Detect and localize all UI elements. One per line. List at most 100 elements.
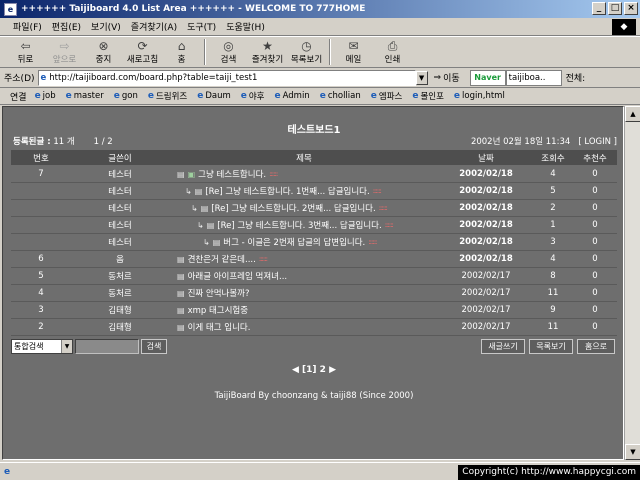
- home-button[interactable]: ⌂ 홈: [162, 37, 201, 67]
- link-mallinfo[interactable]: e 몰인포: [412, 90, 444, 102]
- link-empas[interactable]: e 엠파스: [371, 90, 403, 102]
- stop-icon: ⊗: [98, 39, 109, 53]
- row-date: 2002/02/17: [461, 288, 511, 298]
- row-author[interactable]: 테스터: [71, 236, 169, 248]
- table-row: 테스터 ↳ ▤ [Re] 그냥 테스트합니다. 1번째... 답글입니다. ::…: [11, 183, 617, 200]
- search-submit-button[interactable]: 검색: [141, 339, 167, 354]
- new-badge-icon: ::::::: [258, 255, 268, 263]
- link-icon: e: [370, 91, 377, 101]
- computer-icon: ▣: [187, 169, 196, 179]
- row-author[interactable]: 테스터: [71, 185, 169, 197]
- naver-search-input[interactable]: taijiboa..: [505, 69, 562, 86]
- row-date: 2002/02/18: [459, 203, 513, 213]
- stop-button[interactable]: ⊗ 중지: [84, 37, 123, 67]
- row-subject[interactable]: [Re] 그냥 테스트합니다. 1번째... 답글입니다.: [205, 185, 369, 197]
- row-date: 2002/02/18: [459, 169, 513, 179]
- maximize-button[interactable]: □: [608, 2, 622, 15]
- toolbar: ⇦ 뒤로 ⇨ 앞으로 ⊗ 중지 ⟳ 새로고침 ⌂ 홈 ◎ 검색 ★ 즐겨찾기 ◷…: [0, 36, 640, 68]
- header-author: 글쓴이: [108, 153, 132, 164]
- address-input[interactable]: e http://taijiboard.com/board.php?table=…: [37, 69, 416, 86]
- favorites-label: 즐겨찾기: [251, 55, 284, 65]
- row-author[interactable]: 테스터: [71, 219, 169, 231]
- scroll-up-icon[interactable]: ▲: [625, 106, 640, 122]
- row-author[interactable]: 김태형: [71, 304, 169, 316]
- go-home-button[interactable]: 홈으로: [577, 339, 615, 354]
- row-author[interactable]: 옴: [71, 253, 169, 265]
- header-date: 날짜: [478, 153, 494, 164]
- link-master[interactable]: e master: [66, 91, 104, 101]
- row-author[interactable]: 동처르: [71, 287, 169, 299]
- print-button[interactable]: ⎙ 인쇄: [373, 37, 412, 67]
- row-views: 11: [547, 288, 559, 298]
- header-no: 번호: [33, 153, 49, 164]
- link-login[interactable]: e login,html: [454, 91, 505, 101]
- address-dropdown-button[interactable]: ▼: [415, 70, 428, 85]
- row-date: 2002/02/18: [459, 220, 513, 230]
- reply-icon: ↳: [185, 186, 192, 196]
- menu-edit[interactable]: 편집(E): [47, 20, 86, 33]
- link-label: gon: [121, 91, 138, 101]
- link-job[interactable]: e job: [35, 91, 56, 101]
- search-type-select[interactable]: 통합검색 ▼: [11, 339, 73, 354]
- row-subject[interactable]: xmp 태그시험중: [188, 304, 249, 316]
- menu-file[interactable]: 파일(F): [8, 20, 47, 33]
- row-subject[interactable]: 이게 태그 입니다.: [188, 321, 251, 333]
- link-label: 드림위즈: [155, 92, 188, 102]
- new-badge-icon: ::::::: [372, 187, 382, 195]
- link-icon: e: [197, 91, 204, 101]
- forward-button[interactable]: ⇨ 앞으로: [45, 37, 84, 67]
- history-button[interactable]: ◷ 목록보기: [287, 37, 326, 67]
- row-subject[interactable]: 진짜 안먹나볼까?: [188, 287, 250, 299]
- link-dreamwiz[interactable]: e 드림위즈: [148, 90, 187, 102]
- new-post-button[interactable]: 새글쓰기: [481, 339, 525, 354]
- menu-favorites[interactable]: 즐겨찾기(A): [126, 20, 182, 33]
- reply-icon: ↳: [191, 203, 198, 213]
- row-author[interactable]: 테스터: [71, 168, 169, 180]
- row-author[interactable]: 테스터: [71, 202, 169, 214]
- mail-button[interactable]: ✉ 메일: [334, 37, 373, 67]
- row-subject[interactable]: 아래글 아이프레임 먹져녀...: [188, 270, 288, 282]
- row-author[interactable]: 동처르: [71, 270, 169, 282]
- link-icon: e: [65, 91, 72, 101]
- row-subject-cell: ↳ ▤ 버그 - 이글은 2번재 답글의 답변입니다. ::::::: [169, 236, 439, 249]
- row-recommend: 0: [592, 322, 598, 332]
- row-subject[interactable]: 견찬은거 같은데....: [188, 253, 256, 265]
- link-gon[interactable]: e gon: [114, 91, 138, 101]
- refresh-button[interactable]: ⟳ 새로고침: [123, 37, 162, 67]
- table-row: 테스터 ↳ ▤ [Re] 그냥 테스트합니다. 3번째... 답글입니다. ::…: [11, 217, 617, 234]
- home-label: 홈: [177, 55, 186, 65]
- menu-view[interactable]: 보기(V): [86, 20, 126, 33]
- menu-tools[interactable]: 도구(T): [182, 20, 221, 33]
- title-bar: e ++++++ Taijiboard 4.0 List Area ++++++…: [0, 0, 640, 18]
- go-button[interactable]: ⇒ 이동: [434, 71, 460, 85]
- vertical-scrollbar[interactable]: ▲ ▼: [624, 106, 640, 460]
- list-view-button[interactable]: 목록보기: [529, 339, 573, 354]
- link-chollian[interactable]: e chollian: [320, 91, 361, 101]
- login-link[interactable]: [ LOGIN ]: [578, 137, 617, 147]
- row-subject[interactable]: [Re] 그냥 테스트합니다. 2번째... 답글입니다.: [211, 202, 375, 214]
- row-date: 2002/02/17: [461, 322, 511, 332]
- link-admin[interactable]: e Admin: [275, 91, 310, 101]
- chevron-down-icon: ▼: [61, 340, 72, 353]
- link-daum[interactable]: e Daum: [197, 91, 231, 101]
- row-subject[interactable]: 버그 - 이글은 2번재 답글의 답변입니다.: [223, 236, 365, 248]
- row-subject[interactable]: 그냥 테스트합니다.: [198, 168, 266, 180]
- scroll-down-icon[interactable]: ▼: [625, 444, 640, 460]
- favorites-button[interactable]: ★ 즐겨찾기: [248, 37, 287, 67]
- back-button[interactable]: ⇦ 뒤로: [6, 37, 45, 67]
- row-subject[interactable]: [Re] 그냥 테스트합니다. 3번째... 답글입니다.: [217, 219, 381, 231]
- pagination[interactable]: ◀ [1] 2 ▶: [3, 365, 623, 375]
- search-input[interactable]: [75, 339, 139, 354]
- close-button[interactable]: ×: [624, 2, 638, 15]
- history-label: 목록보기: [290, 55, 323, 65]
- link-yahoo[interactable]: e 야후: [241, 90, 265, 102]
- table-row: 테스터 ↳ ▤ 버그 - 이글은 2번재 답글의 답변입니다. :::::: 2…: [11, 234, 617, 251]
- link-label: 몰인포: [420, 92, 444, 102]
- search-button[interactable]: ◎ 검색: [209, 37, 248, 67]
- naver-logo[interactable]: Naver: [469, 69, 506, 86]
- link-icon: e: [113, 91, 120, 101]
- search-type-value: 통합검색: [14, 342, 44, 351]
- minimize-button[interactable]: _: [592, 2, 606, 15]
- row-author[interactable]: 김태형: [71, 321, 169, 333]
- menu-help[interactable]: 도움말(H): [221, 20, 270, 33]
